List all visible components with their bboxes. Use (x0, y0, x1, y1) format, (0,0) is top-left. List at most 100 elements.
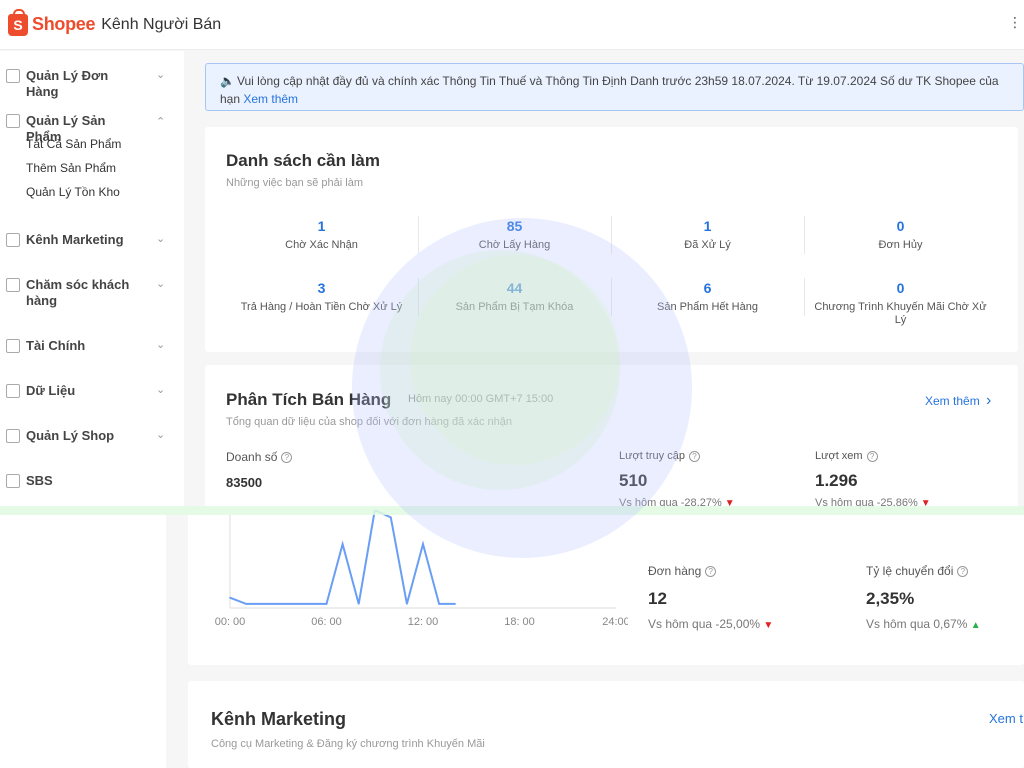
visits-label: Lượt truy cập? (619, 450, 700, 462)
sidebar-item-finance[interactable]: Tài Chính ⌄ (0, 338, 184, 354)
revenue-point (341, 543, 344, 545)
menu-icon[interactable]: ⋮ (1008, 14, 1022, 31)
sidebar-item-order-management[interactable]: Quản Lý Đơn Hàng ⌄ (0, 68, 184, 100)
todo-count: 6 (703, 280, 712, 296)
todo-label: Đơn Hủy (878, 239, 923, 251)
revenue-point (422, 543, 424, 545)
shop-icon (6, 429, 20, 443)
see-more-label: Xem thêm (925, 394, 980, 408)
sidebar-item-shop-management[interactable]: Quản Lý Shop ⌄ (0, 428, 184, 444)
views-label-text: Lượt xem (815, 450, 863, 462)
sidebar-subitem-add-product[interactable]: Thêm Sản Phẩm (0, 156, 184, 180)
revenue-point (277, 603, 280, 605)
sales-line-chart: 00: 00 06: 00 12: 00 18: 00 24:00 (215, 510, 628, 628)
todo-item-processed[interactable]: 1 Đã Xử Lý (611, 218, 804, 252)
todo-item-out-of-stock[interactable]: 6 Sản Phẩm Hết Hàng (611, 280, 804, 314)
sidebar-item-label: Quản Lý Đơn Hàng (26, 68, 109, 99)
todo-label: Trả Hàng / Hoàn Tiền Chờ Xử Lý (240, 301, 403, 313)
todo-count: 0 (896, 280, 905, 296)
x-tick-label: 18: 00 (504, 616, 535, 628)
orders-compare-text: Vs hôm qua -25,00% (648, 617, 761, 631)
help-icon[interactable]: ? (688, 450, 700, 462)
sidebar-item-sbs[interactable]: SBS (0, 473, 184, 489)
zoom-divider-stripe (0, 506, 1024, 515)
logo-word: Shopee (32, 14, 96, 34)
todo-card: Danh sách cần làm Những việc bạn sẽ phải… (205, 127, 1018, 352)
visits-value: 510 (619, 471, 648, 490)
orders-compare: Vs hôm qua -25,00% ▼ (648, 617, 773, 631)
revenue-point (438, 603, 440, 605)
notice-see-more-link[interactable]: Xem thêm (243, 92, 298, 106)
todo-title: Danh sách cần làm (226, 151, 381, 170)
sidebar-item-data[interactable]: Dữ Liệu ⌄ (0, 383, 184, 399)
views-label: Lượt xem? (815, 450, 878, 462)
notice-text-cont: hạn (220, 92, 244, 106)
chevron-down-icon[interactable]: ⌄ (156, 277, 168, 290)
shopee-logo[interactable]: S Shopee (8, 8, 96, 36)
todo-item-pending-confirm[interactable]: 1 Chờ Xác Nhận (225, 218, 418, 252)
revenue-point (229, 596, 231, 599)
revenue-point (293, 603, 296, 605)
sidebar-item-label: Dữ Liệu (26, 383, 76, 398)
revenue-label-text: Doanh số (226, 450, 278, 464)
sales-title: Phân Tích Bán Hàng (226, 390, 392, 409)
help-icon[interactable]: ? (705, 566, 717, 578)
todo-label: Chờ Xác Nhận (285, 239, 358, 251)
todo-count: 1 (317, 218, 326, 234)
sidebar-subitem-all-products[interactable]: Tất Cả Sản Phẩm (0, 132, 184, 156)
shopee-bag-icon: S (8, 8, 28, 36)
todo-subtitle: Những việc bạn sẽ phải làm (226, 177, 363, 189)
todo-label: Sản Phẩm Hết Hàng (657, 301, 758, 313)
revenue-point (406, 603, 408, 605)
sales-analytics-lower: 00: 00 06: 00 12: 00 18: 00 24:00 Đơn hàng? … (188, 510, 1024, 665)
arrow-up-icon: ▲ (970, 620, 981, 631)
todo-count: 0 (896, 218, 905, 234)
chevron-down-icon[interactable]: ⌄ (156, 232, 168, 245)
top-header: S Shopee Kênh Người Bán ⋮ (0, 0, 1024, 50)
revenue-point (245, 603, 247, 605)
sidebar-item-customer-care[interactable]: Chăm sóc khách hàng ⌄ (0, 277, 184, 309)
chevron-down-icon[interactable]: ⌄ (156, 428, 168, 441)
tax-info-notice: 🔈 Vui lòng cập nhật đầy đủ và chính xác T… (205, 63, 1024, 111)
sidebar-item-label: Chăm sóc khách hàng (26, 277, 130, 308)
todo-label: Sản Phẩm Bị Tạm Khóa (455, 301, 574, 313)
sidebar-subitem-inventory[interactable]: Quản Lý Tồn Kho (0, 180, 184, 204)
chat-icon (6, 278, 20, 292)
todo-label: Đã Xử Lý (684, 239, 731, 251)
box-icon (6, 474, 20, 488)
marketing-card: Kênh Marketing Công cụ Marketing & Đăng … (188, 681, 1024, 768)
chevron-down-icon[interactable]: ⌄ (156, 68, 168, 81)
todo-label: Chờ Lấy Hàng (478, 239, 551, 251)
chart-icon (6, 384, 20, 398)
todo-item-cancelled[interactable]: 0 Đơn Hủy (804, 218, 997, 252)
wallet-icon (6, 339, 20, 353)
sidebar-item-label: Kênh Marketing (26, 232, 124, 247)
todo-item-locked-products[interactable]: 44 Sản Phẩm Bị Tạm Khóa (418, 280, 611, 314)
help-icon[interactable]: ? (866, 450, 878, 462)
sidebar-lower (0, 515, 166, 768)
marketing-see-more-link[interactable]: Xem t (989, 711, 1023, 726)
chevron-down-icon[interactable]: ⌄ (156, 383, 168, 396)
clipboard-icon (6, 69, 20, 83)
visits-label-text: Lượt truy cập (619, 450, 685, 462)
conversion-value: 2,35% (866, 589, 915, 608)
revenue-point (390, 516, 392, 519)
speaker-icon: 🔈 (220, 74, 235, 88)
revenue-point (261, 603, 263, 605)
sidebar-item-label: Quản Lý Shop (26, 428, 115, 443)
todo-item-returns[interactable]: 3 Trả Hàng / Hoàn Tiền Chờ Xử Lý (225, 280, 418, 314)
bag-icon (6, 114, 20, 128)
todo-item-promotions-pending[interactable]: 0 Chương Trình Khuyến Mãi Chờ Xử Lý (804, 280, 997, 327)
marketing-title: Kênh Marketing (211, 709, 347, 729)
conversion-compare-text: Vs hôm qua 0,67% (866, 617, 968, 631)
sidebar-item-marketing[interactable]: Kênh Marketing ⌄ (0, 232, 184, 248)
chevron-up-icon[interactable]: ⌃ (156, 115, 168, 128)
orders-label: Đơn hàng? (648, 564, 717, 578)
sidebar-item-label: Tài Chính (26, 338, 86, 353)
help-icon[interactable]: ? (957, 566, 969, 578)
todo-item-pending-pickup[interactable]: 85 Chờ Lấy Hàng (418, 218, 611, 252)
sales-analytics-card: Phân Tích Bán Hàng Hôm nay 00:00 GMT+7 1… (205, 365, 1018, 509)
sales-see-more-link[interactable]: Xem thêm › (925, 392, 991, 410)
help-icon[interactable]: ? (281, 452, 293, 464)
chevron-down-icon[interactable]: ⌄ (156, 338, 168, 351)
